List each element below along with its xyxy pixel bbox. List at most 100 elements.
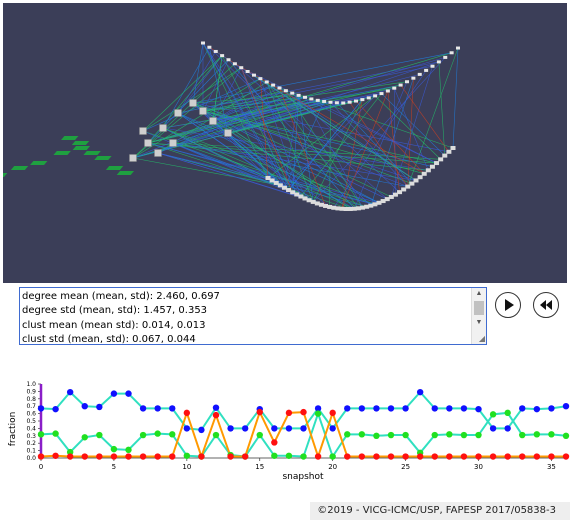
stat-line-degree-mean: degree mean (mean, std): 2.460, 0.697 [22, 291, 220, 302]
y-tick-label: 0.7 [26, 403, 36, 410]
network-node [245, 69, 250, 73]
series-2-point [139, 453, 147, 460]
network-node [385, 89, 390, 93]
network-node [264, 80, 269, 84]
series-0-point [96, 403, 103, 411]
network-node [189, 99, 197, 107]
network-node [296, 93, 301, 97]
series-0-point [110, 390, 118, 397]
series-2-point [300, 408, 307, 416]
network-plane-node [72, 146, 91, 150]
x-tick-label: 5 [112, 463, 116, 471]
network-node [421, 171, 427, 176]
network-node [392, 86, 397, 90]
textarea-scrollbar[interactable]: ▲ ▼ ◢ [471, 288, 486, 344]
series-1-point [475, 431, 482, 439]
statistics-textarea[interactable]: degree mean (mean, std): 2.460, 0.697 de… [19, 287, 487, 345]
scrollbar-thumb[interactable] [474, 301, 484, 315]
series-2-point [373, 453, 380, 460]
series-2-point [344, 453, 351, 460]
series-1-point [504, 409, 511, 417]
series-1-point [533, 431, 541, 438]
series-0-point [169, 405, 176, 412]
network-plane-node [10, 166, 29, 170]
network-node [232, 62, 237, 66]
network-node [174, 109, 182, 117]
series-0-point [329, 425, 336, 432]
series-2-point [460, 453, 468, 460]
y-tick-label: 0.9 [26, 388, 36, 395]
network-node [450, 146, 456, 150]
network-node [283, 89, 288, 93]
network-node [347, 100, 352, 104]
series-0-point [416, 388, 424, 396]
network-node [239, 66, 244, 70]
series-2-point [519, 453, 526, 460]
series-1-point [373, 432, 380, 439]
series-1-point [489, 411, 497, 418]
series-2-point [241, 453, 249, 460]
series-2-point [256, 408, 263, 416]
network-edge [142, 130, 306, 199]
network-edge [157, 95, 299, 154]
series-2-point [358, 453, 366, 460]
series-1-point [300, 453, 307, 460]
series-1-point [562, 432, 570, 439]
network-plane-node [94, 156, 112, 160]
series-0-point [198, 426, 205, 434]
series-0-point [139, 405, 147, 412]
series-1-point [96, 431, 103, 439]
play-button[interactable] [495, 292, 521, 318]
series-2-point [96, 453, 103, 460]
x-tick-label: 10 [182, 463, 191, 471]
series-0-point [431, 405, 438, 412]
y-tick-label: 0.0 [26, 455, 36, 462]
rewind-button[interactable] [533, 292, 559, 318]
series-2-point [314, 453, 322, 460]
series-2-point [227, 453, 234, 460]
series-1-point [212, 431, 220, 439]
network-edge [147, 142, 375, 205]
y-tick-label: 0.6 [26, 411, 36, 418]
series-0-point [125, 390, 132, 397]
series-2-point [52, 452, 59, 459]
series-2-point [66, 453, 74, 460]
network-node [224, 129, 232, 137]
network-node [334, 101, 339, 105]
network-3d-viewport[interactable] [3, 3, 567, 283]
x-tick-label: 25 [401, 463, 410, 471]
network-edge [212, 90, 286, 122]
network-node [429, 164, 435, 169]
network-node [449, 51, 454, 55]
series-0-point [519, 405, 526, 412]
scroll-down-arrow-icon[interactable]: ▼ [472, 317, 486, 329]
stat-line-clust-std: clust std (mean, std): 0.067, 0.044 [22, 334, 196, 345]
series-0-point [446, 405, 453, 412]
network-visualization[interactable] [3, 3, 567, 283]
scroll-up-arrow-icon[interactable]: ▲ [472, 288, 486, 300]
network-node [213, 49, 218, 53]
network-node [424, 68, 429, 72]
series-1-point [285, 452, 293, 459]
series-2-point [446, 453, 453, 460]
network-node [220, 54, 225, 58]
network-node [446, 149, 452, 154]
fraction-timeline-chart[interactable]: 0.00.10.20.30.40.50.60.70.80.91.0 0 5 10 15 2… [0, 375, 573, 487]
network-node [341, 101, 346, 105]
series-2-point [198, 453, 205, 460]
network-node [434, 161, 440, 166]
resize-grip-icon[interactable]: ◢ [479, 335, 485, 343]
series-0-point [212, 404, 220, 411]
series-1-point [271, 452, 278, 459]
network-node [322, 99, 327, 103]
series-2-point [183, 409, 191, 417]
network-node [277, 86, 282, 90]
network-edge [147, 74, 420, 144]
chart-series [37, 388, 570, 460]
series-2-point [125, 453, 132, 460]
series-0-point [66, 388, 74, 396]
network-node [271, 83, 276, 87]
series-0-point [271, 425, 278, 432]
series-1-point [169, 431, 176, 438]
network-plane-node [61, 136, 79, 140]
